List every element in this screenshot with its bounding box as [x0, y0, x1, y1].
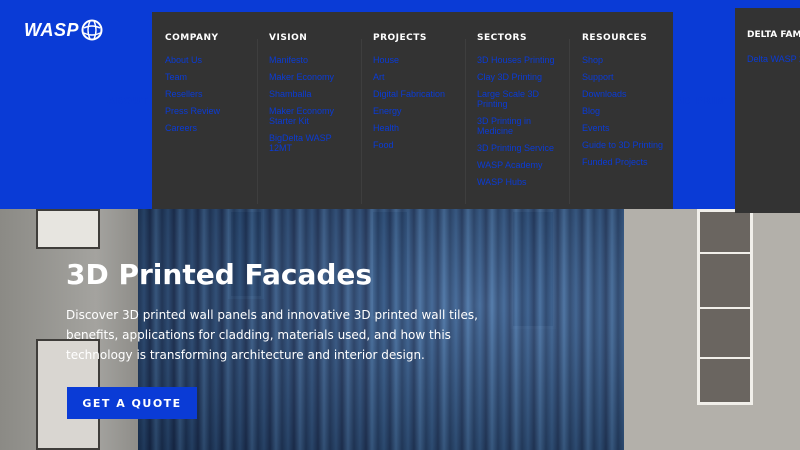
menu-item[interactable]: Delta WASP 2	[747, 54, 800, 64]
menu-item[interactable]: 3D Printing in Medicine	[477, 116, 557, 136]
menu-item[interactable]: Resellers	[165, 89, 257, 99]
logo-text: WASP	[24, 19, 80, 40]
menu-heading: RESOURCES	[582, 33, 648, 43]
menu-item[interactable]: Large Scale 3D Printing	[477, 89, 557, 109]
menu-item[interactable]: Maker Economy	[269, 72, 349, 82]
wasp-logo[interactable]: WASP	[24, 19, 103, 41]
menu-item[interactable]: Downloads	[582, 89, 670, 99]
menu-item[interactable]: Health	[373, 123, 459, 133]
menu-item[interactable]: Digital Fabrication	[373, 89, 459, 99]
menu-item[interactable]: Press Review	[165, 106, 257, 116]
menu-item[interactable]: Support	[582, 72, 670, 82]
menu-item[interactable]: 3D Printing Service	[477, 143, 557, 153]
mega-menu: COMPANY About Us Team Resellers Press Re…	[152, 12, 673, 209]
building-background	[36, 209, 100, 249]
menu-heading: VISION	[269, 33, 308, 43]
menu-item[interactable]: WASP Hubs	[477, 177, 557, 187]
menu-item[interactable]: Art	[373, 72, 459, 82]
get-a-quote-button[interactable]: GET A QUOTE	[67, 387, 197, 419]
hero-description: Discover 3D printed wall panels and inno…	[66, 308, 478, 362]
menu-item[interactable]: BigDelta WASP 12MT	[269, 133, 349, 153]
menu-item[interactable]: Energy	[373, 106, 459, 116]
menu-column-resources: RESOURCES Shop Support Downloads Blog Ev…	[582, 12, 670, 209]
menu-item[interactable]: Maker Economy Starter Kit	[269, 106, 349, 126]
menu-heading: SECTORS	[477, 33, 527, 43]
menu-item[interactable]: Blog	[582, 106, 670, 116]
building-window	[697, 209, 753, 405]
menu-item[interactable]: Shop	[582, 55, 670, 65]
menu-item[interactable]: Food	[373, 140, 459, 150]
menu-item[interactable]: Manifesto	[269, 55, 349, 65]
menu-item[interactable]: 3D Houses Printing	[477, 55, 557, 65]
menu-heading: COMPANY	[165, 33, 219, 43]
menu-item[interactable]: WASP Academy	[477, 160, 557, 170]
menu-item[interactable]: Team	[165, 72, 257, 82]
menu-divider	[257, 39, 258, 204]
globe-icon	[81, 19, 103, 41]
menu-item[interactable]: Careers	[165, 123, 257, 133]
menu-column-sectors: SECTORS 3D Houses Printing Clay 3D Print…	[477, 12, 557, 209]
menu-column-projects: PROJECTS House Art Digital Fabrication E…	[373, 12, 459, 209]
menu-divider	[569, 39, 570, 204]
menu-item[interactable]: House	[373, 55, 459, 65]
menu-item[interactable]: Shamballa	[269, 89, 349, 99]
menu-item[interactable]: Events	[582, 123, 670, 133]
menu-divider	[465, 39, 466, 204]
menu-item[interactable]: About Us	[165, 55, 257, 65]
menu-heading: DELTA FAMI	[747, 30, 800, 40]
menu-column-vision: VISION Manifesto Maker Economy Shamballa…	[269, 12, 349, 209]
menu-divider	[361, 39, 362, 204]
menu-item[interactable]: Guide to 3D Printing	[582, 140, 670, 150]
menu-heading: PROJECTS	[373, 33, 427, 43]
menu-item[interactable]: Clay 3D Printing	[477, 72, 557, 82]
menu-item[interactable]: Funded Projects	[582, 157, 670, 167]
hero-title: 3D Printed Facades	[66, 258, 373, 291]
delta-family-menu: DELTA FAMI Delta WASP 2	[735, 8, 800, 213]
menu-column-company: COMPANY About Us Team Resellers Press Re…	[165, 12, 257, 209]
